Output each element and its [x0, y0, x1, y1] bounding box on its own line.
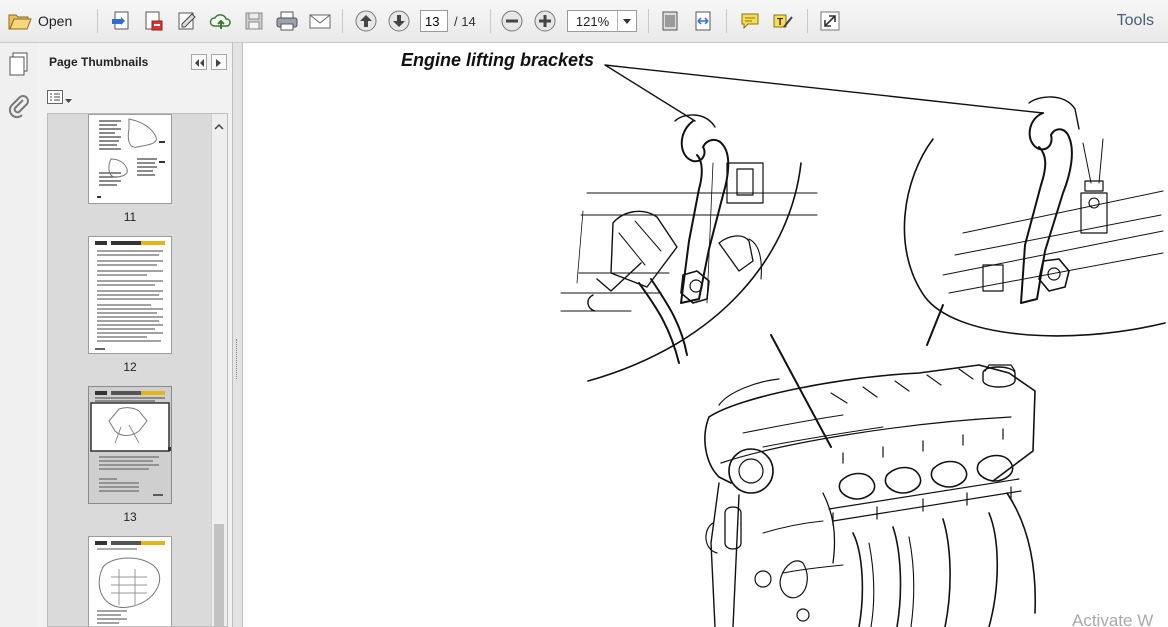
highlight-text-icon: T: [772, 10, 794, 32]
expand-icon: [819, 10, 841, 32]
previous-page-button[interactable]: [353, 8, 379, 34]
chevron-down-icon: [65, 91, 72, 106]
page-total-label: / 14: [454, 14, 476, 29]
toolbar-divider: [648, 9, 649, 33]
page-thumbnails-panel: Page Thumbnails 11 12 13: [38, 43, 233, 627]
comment-icon: [739, 10, 761, 32]
thumbnail-label: 11: [123, 210, 137, 224]
thumbnail-scrollbar[interactable]: [211, 114, 227, 626]
thumbnail-list: 11 12 13: [47, 113, 228, 627]
splitter-grip: [236, 339, 239, 379]
print-icon: [275, 10, 299, 32]
highlight-text-button[interactable]: T: [770, 8, 796, 34]
upload-cloud-icon: [209, 10, 233, 32]
print-button[interactable]: [273, 8, 301, 34]
zoom-out-icon: [501, 10, 523, 32]
thumbnail-options-button[interactable]: [47, 90, 72, 107]
chevron-up-icon[interactable]: [214, 118, 224, 133]
svg-text:T: T: [777, 17, 783, 28]
comment-button[interactable]: [737, 8, 763, 34]
figure-caption: Engine lifting brackets: [401, 50, 595, 70]
email-icon: [308, 11, 332, 31]
open-button[interactable]: Open: [8, 8, 80, 34]
fit-page-icon: [659, 10, 681, 32]
thumbnail-preview: [90, 391, 171, 496]
toolbar-divider: [97, 9, 98, 33]
thumbnail-label: 13: [123, 510, 137, 524]
attachments-icon[interactable]: [7, 95, 31, 122]
panel-title: Page Thumbnails: [49, 55, 149, 69]
double-chevron-left-icon: [194, 55, 204, 70]
next-page-button[interactable]: [386, 8, 412, 34]
sign-icon: [176, 10, 198, 32]
scrollbar-thumb[interactable]: [214, 524, 224, 626]
thumbnail-page-12[interactable]: [88, 236, 172, 354]
fit-width-icon: [692, 10, 714, 32]
toolbar-divider: [342, 9, 343, 33]
toolbar-divider: [807, 9, 808, 33]
email-button[interactable]: [306, 8, 334, 34]
zoom-out-button[interactable]: [499, 8, 525, 34]
main-toolbar: Open / 14 121%: [0, 0, 1168, 43]
zoom-in-icon: [534, 10, 556, 32]
page-down-icon: [388, 10, 410, 32]
fit-page-button[interactable]: [657, 8, 683, 34]
zoom-in-button[interactable]: [532, 8, 558, 34]
toolbar-divider: [490, 9, 491, 33]
full-screen-button[interactable]: [817, 8, 843, 34]
edit-pdf-icon: [142, 10, 164, 32]
activation-watermark: Activate W: [1072, 611, 1154, 627]
collapse-panel-button[interactable]: [191, 54, 207, 70]
thumbnail-page-13[interactable]: [88, 386, 172, 504]
thumbnail-page-14[interactable]: [88, 536, 172, 626]
sign-button[interactable]: [174, 8, 200, 34]
thumbnail-page-11[interactable]: [88, 114, 172, 204]
folder-open-icon: [8, 11, 32, 31]
options-list-icon: [47, 90, 63, 107]
thumbnail-preview: [95, 241, 165, 350]
upload-cloud-button[interactable]: [208, 8, 234, 34]
toolbar-divider: [726, 9, 727, 33]
edit-pdf-button[interactable]: [140, 8, 166, 34]
create-pdf-button[interactable]: [108, 8, 134, 34]
current-page-input[interactable]: [420, 10, 448, 32]
navigation-rail: [0, 43, 39, 627]
page-thumbnails-icon[interactable]: [7, 51, 31, 80]
open-label: Open: [38, 13, 73, 29]
zoom-value: 121%: [575, 13, 610, 29]
panel-splitter[interactable]: [233, 43, 243, 627]
thumbnail-label: 12: [123, 360, 137, 374]
save-icon: [243, 10, 265, 32]
page-up-icon: [355, 10, 377, 32]
save-button[interactable]: [241, 8, 267, 34]
engine-lifting-brackets-illustration: [560, 64, 1166, 627]
thumbnail-preview: [97, 118, 165, 198]
fit-width-button[interactable]: [690, 8, 716, 34]
document-page: Engine lifting brackets Activate W: [243, 43, 1168, 627]
chevron-down-icon[interactable]: [617, 11, 636, 31]
thumbnail-preview: [95, 541, 165, 624]
chevron-right-icon: [216, 55, 222, 70]
tools-button[interactable]: Tools: [1117, 12, 1154, 30]
zoom-select[interactable]: 121%: [567, 10, 637, 32]
expand-panel-button[interactable]: [211, 54, 227, 70]
create-pdf-icon: [110, 10, 132, 32]
